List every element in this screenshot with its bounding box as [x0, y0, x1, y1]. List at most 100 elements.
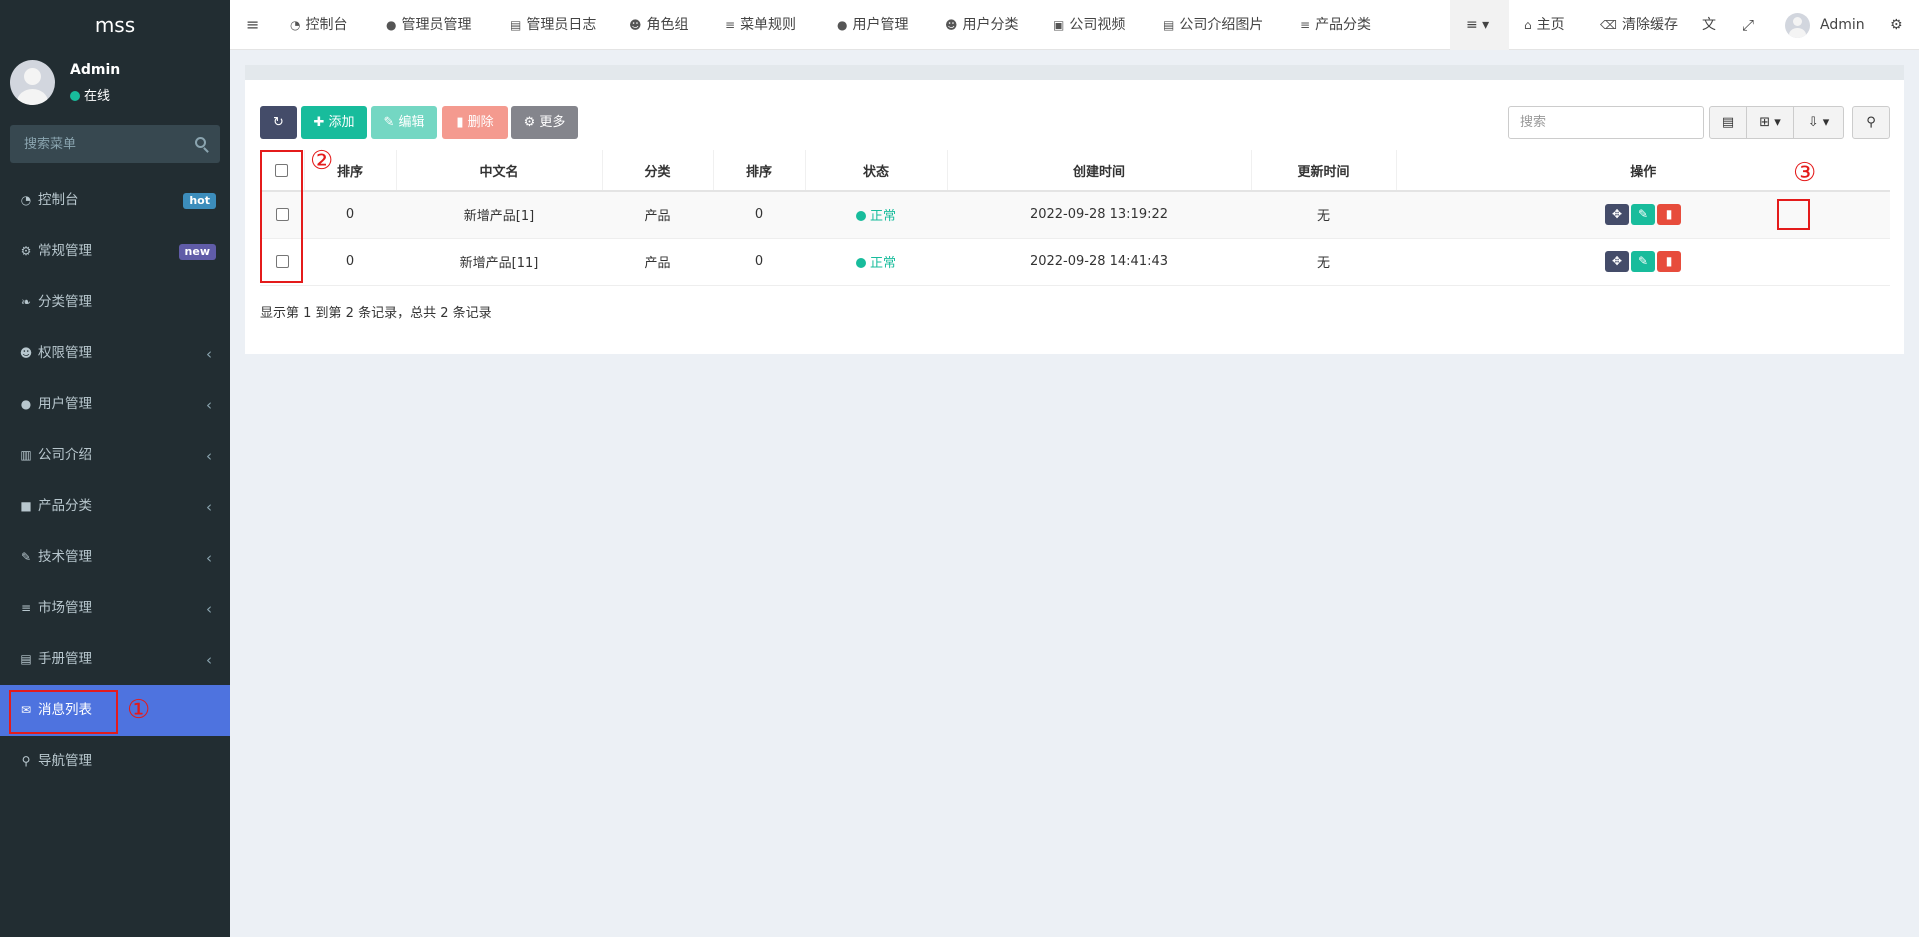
trash-icon: ⌫ [1600, 18, 1617, 32]
sidebar-item-label: 技术管理 [38, 549, 92, 565]
cell-updated: 无 [1251, 238, 1396, 286]
cogs-icon: ⚙ [20, 244, 32, 258]
sidebar-item-7[interactable]: ✎ 技术管理 ‹ [0, 532, 230, 583]
settings-icon[interactable]: ⚙ [1890, 0, 1903, 50]
row-edit-button[interactable]: ✎ [1631, 204, 1655, 226]
refresh-button[interactable]: ↻ [260, 106, 297, 139]
search-icon[interactable] [195, 137, 206, 148]
chevron-left-icon: ‹ [206, 651, 212, 669]
sidebar-item-0[interactable]: ◔ 控制台 hot [0, 175, 230, 226]
nav-clear-cache-label: 清除缓存 [1621, 17, 1678, 33]
fullscreen-icon[interactable]: ⤢ [1742, 0, 1754, 50]
chevron-left-icon: ‹ [206, 549, 212, 567]
tab-1[interactable]: ● 管理员管理 [386, 0, 471, 50]
top-navbar: ≡ ◔ 控制台 ● 管理员管理 ▤ 管理员日志 ☻ 角色组 ≡ 菜单规则 ● 用户管理 ☻ 用户分类 ▣ 公司… [230, 0, 1919, 50]
sidebar: mss Admin 在线 ◔控制台hot⚙常规管理new❧分类管理☻权限管理‹●… [0, 0, 230, 937]
sidebar-search-input[interactable] [10, 125, 220, 163]
tab-5[interactable]: ● 用户管理 [837, 0, 908, 50]
file-icon: ▤ [20, 652, 32, 666]
sidebar-item-label: 公司介绍 [38, 447, 92, 463]
users-icon: ☻ [19, 346, 33, 360]
sidebar-item-label: 导航管理 [38, 753, 92, 769]
tab-3[interactable]: ☻ 角色组 [629, 0, 689, 50]
cell-operate: ✥ ✎ ▮ [1396, 238, 1890, 286]
col-sort-2[interactable]: 排序 [712, 150, 805, 192]
delete-button[interactable]: ▮ 删除 [442, 106, 508, 139]
sidebar-item-label: 用户管理 [38, 396, 92, 412]
table-header-row: 排序 中文名 分类 排序 状态 创建时间 更新时间 操作 [260, 150, 1890, 192]
tab-label: 角色组 [646, 17, 689, 33]
col-updated[interactable]: 更新时间 [1250, 150, 1396, 192]
drag-sort-icon[interactable]: ✥ [1605, 251, 1629, 272]
cell-sort: 0 [304, 238, 396, 286]
row-edit-button[interactable]: ✎ [1631, 251, 1655, 272]
sidebar-toggle-icon[interactable]: ≡ [246, 0, 259, 50]
brand-logo[interactable]: mss [0, 0, 230, 50]
toggle-view-icon[interactable]: ▤ [1709, 106, 1747, 139]
sidebar-item-label: 手册管理 [38, 651, 92, 667]
status-dot-icon [855, 211, 866, 222]
leaf-icon: ❧ [20, 295, 32, 309]
row-delete-button[interactable]: ▮ [1657, 251, 1681, 272]
sidebar-item-11[interactable]: ⚲ 导航管理 [0, 736, 230, 787]
sidebar-item-5[interactable]: ▥ 公司介绍 ‹ [0, 430, 230, 481]
table-row[interactable]: 0 新增产品[11] 产品 0 正常 2022-09-28 14:41:43 无 ✥ ✎ ▮ [260, 238, 1890, 286]
tab-8[interactable]: ▤ 公司介绍图片 [1163, 0, 1263, 50]
nav-user-name: Admin [1820, 17, 1865, 33]
sidebar-item-2[interactable]: ❧ 分类管理 [0, 277, 230, 328]
sidebar-item-3[interactable]: ☻ 权限管理 ‹ [0, 328, 230, 379]
online-dot-icon [70, 91, 80, 101]
col-name[interactable]: 中文名 [395, 150, 602, 192]
status-badge: 正常 [869, 256, 896, 271]
search-toggle-icon[interactable]: ⚲ [1852, 106, 1890, 139]
col-category[interactable]: 分类 [601, 150, 713, 192]
sidebar-item-label: 分类管理 [38, 294, 92, 310]
annotation-marker-3: ③ [1793, 158, 1817, 188]
tab-2[interactable]: ▤ 管理员日志 [510, 0, 596, 50]
sidebar-item-9[interactable]: ▤ 手册管理 ‹ [0, 634, 230, 685]
user-panel: Admin 在线 [0, 50, 230, 118]
menu-badge: new [178, 244, 216, 260]
export-dropdown-icon[interactable]: ⇩ ▾ [1793, 106, 1844, 139]
content-header-strip [245, 65, 1904, 80]
sidebar-item-8[interactable]: ≡ 市场管理 ‹ [0, 583, 230, 634]
tab-4[interactable]: ≡ 菜单规则 [725, 0, 796, 50]
table-search [1508, 106, 1704, 139]
user-name: Admin [70, 62, 121, 78]
nav-clear-cache[interactable]: ⌫ 清除缓存 [1600, 0, 1678, 50]
group-icon: ☻ [629, 18, 642, 32]
tab-9[interactable]: ≡ 产品分类 [1300, 0, 1371, 50]
chevron-left-icon: ‹ [206, 498, 212, 516]
database-icon: ≡ [20, 601, 32, 615]
columns-dropdown-icon[interactable]: ⊞ ▾ [1746, 106, 1794, 139]
nav-dropdown-icon[interactable]: ≡ ▾ [1466, 0, 1489, 50]
home-icon: ⌂ [1524, 18, 1532, 32]
chevron-left-icon: ‹ [206, 396, 212, 414]
add-button[interactable]: ✚ 添加 [301, 106, 367, 139]
sidebar-item-label: 市场管理 [38, 600, 92, 616]
table-row[interactable]: 0 新增产品[1] 产品 0 正常 2022-09-28 13:19:22 无 ✥ ✎ ▮ [260, 191, 1890, 239]
tab-7[interactable]: ▣ 公司视频 [1053, 0, 1125, 50]
chevron-left-icon: ‹ [206, 345, 212, 363]
edit-button[interactable]: ✎ 编辑 [371, 106, 437, 139]
col-created[interactable]: 创建时间 [946, 150, 1251, 192]
sidebar-item-4[interactable]: ● 用户管理 ‹ [0, 379, 230, 430]
drag-sort-icon[interactable]: ✥ [1605, 204, 1629, 226]
tab-6[interactable]: ☻ 用户分类 [945, 0, 1019, 50]
more-button[interactable]: ⚙ 更多 [511, 106, 578, 139]
col-status[interactable]: 状态 [804, 150, 947, 192]
tab-0[interactable]: ◔ 控制台 [290, 0, 347, 50]
table-search-input[interactable] [1509, 107, 1703, 138]
cell-sort: 0 [304, 191, 396, 239]
nav-home[interactable]: ⌂ 主页 [1524, 0, 1565, 50]
avatar [1785, 12, 1810, 38]
row-delete-button[interactable]: ▮ [1657, 204, 1681, 226]
nav-user-menu[interactable]: Admin [1785, 0, 1865, 50]
sidebar-item-label: 控制台 [38, 192, 79, 208]
language-icon[interactable]: 文 [1702, 0, 1716, 50]
sidebar-item-6[interactable]: ■ 产品分类 ‹ [0, 481, 230, 532]
sidebar-item-1[interactable]: ⚙ 常规管理 new [0, 226, 230, 277]
archive-icon: ■ [20, 499, 32, 513]
chevron-left-icon: ‹ [206, 447, 212, 465]
avatar [10, 60, 55, 105]
